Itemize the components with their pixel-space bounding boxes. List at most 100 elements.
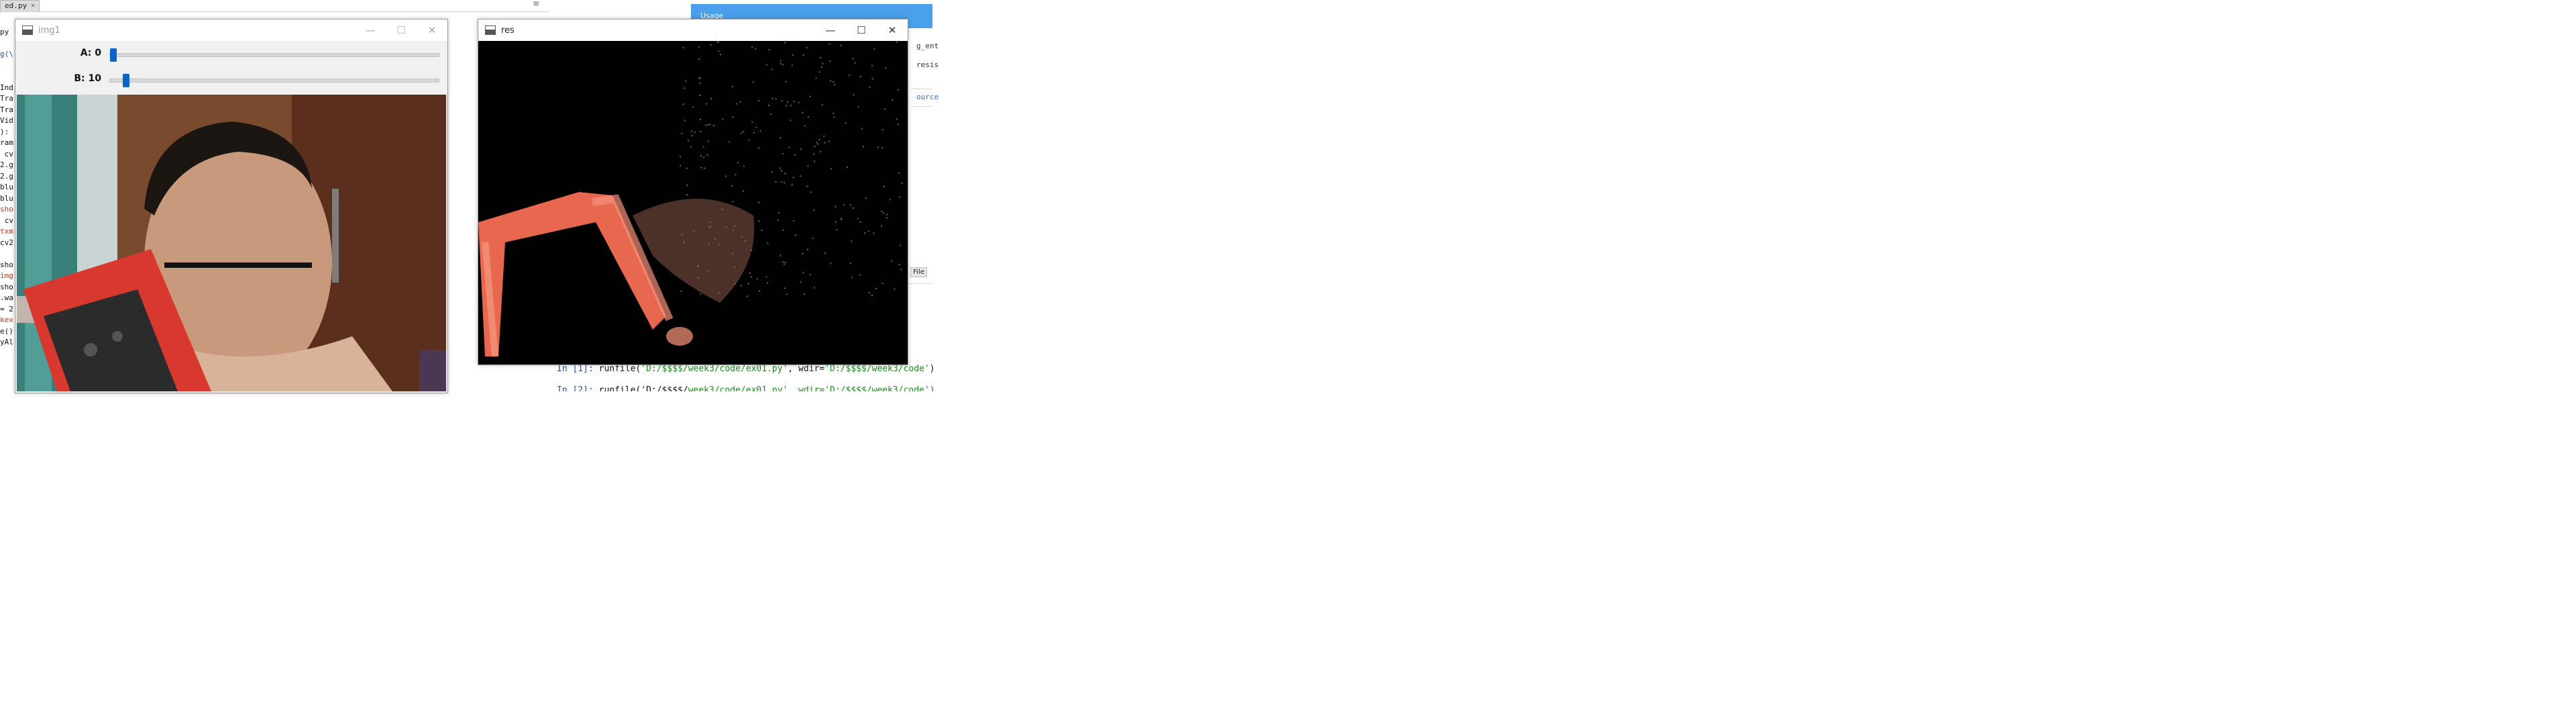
mask-speckle xyxy=(807,165,809,167)
code-line-fragment: Tra xyxy=(0,105,13,114)
mask-speckle xyxy=(758,290,760,292)
maximize-icon[interactable]: ☐ xyxy=(386,19,417,41)
mask-speckle xyxy=(782,261,784,263)
console-input-line-1[interactable]: In [1]: runfile('D:/$$$$/week3/code/ex01… xyxy=(557,364,935,374)
img1-window[interactable]: img1 — ☐ ✕ A: 0 B: 10 xyxy=(15,19,448,393)
img1-title: img1 xyxy=(38,25,60,36)
mask-speckle xyxy=(828,140,830,142)
mask-speckle xyxy=(775,98,777,100)
mask-speckle xyxy=(781,100,783,102)
mask-speckle xyxy=(705,124,707,126)
mask-speckle xyxy=(810,191,812,193)
webcam-frame-picture xyxy=(17,95,446,391)
trackbar-b-track[interactable] xyxy=(109,74,439,87)
mask-speckle xyxy=(857,106,859,108)
mask-speckle xyxy=(865,197,867,199)
options-menu-icon[interactable]: ≡ xyxy=(530,0,542,9)
mask-speckle xyxy=(809,95,811,97)
res-title: res xyxy=(501,25,515,36)
mask-speckle xyxy=(780,254,782,256)
editor-file-tab[interactable]: ed.py × xyxy=(0,0,40,12)
mask-speckle xyxy=(743,165,745,167)
mask-speckle xyxy=(859,222,861,223)
mask-speckle xyxy=(698,277,700,279)
maximize-icon[interactable]: ☐ xyxy=(846,19,877,41)
mask-speckle xyxy=(787,101,788,103)
res-window[interactable]: res — ☐ ✕ xyxy=(478,19,908,365)
mask-speckle xyxy=(686,167,688,169)
mask-speckle xyxy=(881,225,882,227)
mask-speckle xyxy=(710,44,712,46)
trackbar-a-label: A: 0 xyxy=(80,48,101,58)
console-input-line-2[interactable]: In [2]: runfile('D:/$$$$/week3/code/ex01… xyxy=(557,385,935,391)
mask-speckle xyxy=(755,48,757,50)
mask-speckle xyxy=(706,103,708,105)
mask-speckle xyxy=(681,132,683,134)
mask-speckle xyxy=(861,128,863,130)
mask-speckle xyxy=(761,230,763,232)
mask-speckle xyxy=(853,207,854,209)
mask-speckle xyxy=(710,98,712,100)
mask-speckle xyxy=(793,220,795,222)
pane-tab-button-files[interactable]: File xyxy=(910,267,927,277)
mask-speckle xyxy=(900,269,902,271)
mask-speckle xyxy=(812,238,814,239)
mask-speckle xyxy=(698,46,700,48)
img1-titlebar[interactable]: img1 — ☐ ✕ xyxy=(15,19,447,41)
mask-speckle xyxy=(833,81,835,83)
code-line-fragment: 2.g xyxy=(0,171,13,181)
mask-speckle xyxy=(871,64,873,66)
tab-close-icon[interactable]: × xyxy=(31,1,35,11)
mask-speckle xyxy=(896,118,898,120)
mask-speckle xyxy=(734,266,736,268)
mask-speckle xyxy=(713,125,714,127)
mask-speckle xyxy=(802,272,804,274)
mask-speckle xyxy=(784,173,786,175)
mask-speckle xyxy=(718,50,720,52)
mask-speckle xyxy=(886,213,888,215)
mask-speckle xyxy=(886,217,888,219)
mask-speckle xyxy=(788,146,790,148)
mask-speckle xyxy=(818,139,820,140)
mask-speckle xyxy=(755,126,757,128)
trackbar-a-thumb[interactable] xyxy=(110,48,117,62)
mask-speckle xyxy=(685,80,687,82)
code-line-fragment: e() xyxy=(0,326,13,336)
mask-speckle xyxy=(693,230,695,232)
code-line-fragment: g(\ xyxy=(0,50,13,58)
mask-speckle xyxy=(710,226,712,228)
mask-speckle xyxy=(758,147,759,149)
mask-speckle xyxy=(733,230,735,232)
mask-speckle xyxy=(869,86,871,88)
close-icon[interactable]: ✕ xyxy=(417,19,447,41)
trackbar-b-thumb[interactable] xyxy=(123,74,129,87)
mask-speckle xyxy=(684,119,686,122)
mask-speckle xyxy=(894,288,896,290)
mask-speckle xyxy=(790,119,792,122)
minimize-icon[interactable]: — xyxy=(815,19,846,41)
mask-speckle xyxy=(700,131,702,132)
mask-speckle xyxy=(807,116,809,118)
mask-speckle xyxy=(877,146,879,148)
file-tab-label: ed.py xyxy=(5,1,28,10)
mask-speckle xyxy=(849,75,851,77)
minimize-icon[interactable]: — xyxy=(355,19,386,41)
res-titlebar[interactable]: res — ☐ ✕ xyxy=(478,19,908,41)
mask-speckle xyxy=(680,165,681,167)
code-editor-visible-edge[interactable]: py g(\ Ind Tra Tra Vid): ram cv 2.g 2.g blu blu sho… xyxy=(0,27,16,403)
trackbar-a-track[interactable] xyxy=(109,48,439,62)
console-code-prefix: runfile( xyxy=(598,364,641,374)
console-code-mid: , wdir= xyxy=(788,364,825,374)
help-side-link[interactable]: ource xyxy=(916,93,938,101)
mask-speckle xyxy=(830,168,833,170)
mask-speckle xyxy=(751,46,753,48)
code-line-fragment: sho xyxy=(0,205,13,213)
mask-speckle xyxy=(882,128,883,130)
mask-speckle xyxy=(753,81,755,83)
mask-speckle xyxy=(782,64,784,66)
mask-speckle xyxy=(694,132,696,134)
close-icon[interactable]: ✕ xyxy=(877,19,908,41)
trackbar-a: A: 0 xyxy=(15,42,447,66)
mask-speckle xyxy=(883,108,885,110)
mask-speckle xyxy=(813,153,815,155)
